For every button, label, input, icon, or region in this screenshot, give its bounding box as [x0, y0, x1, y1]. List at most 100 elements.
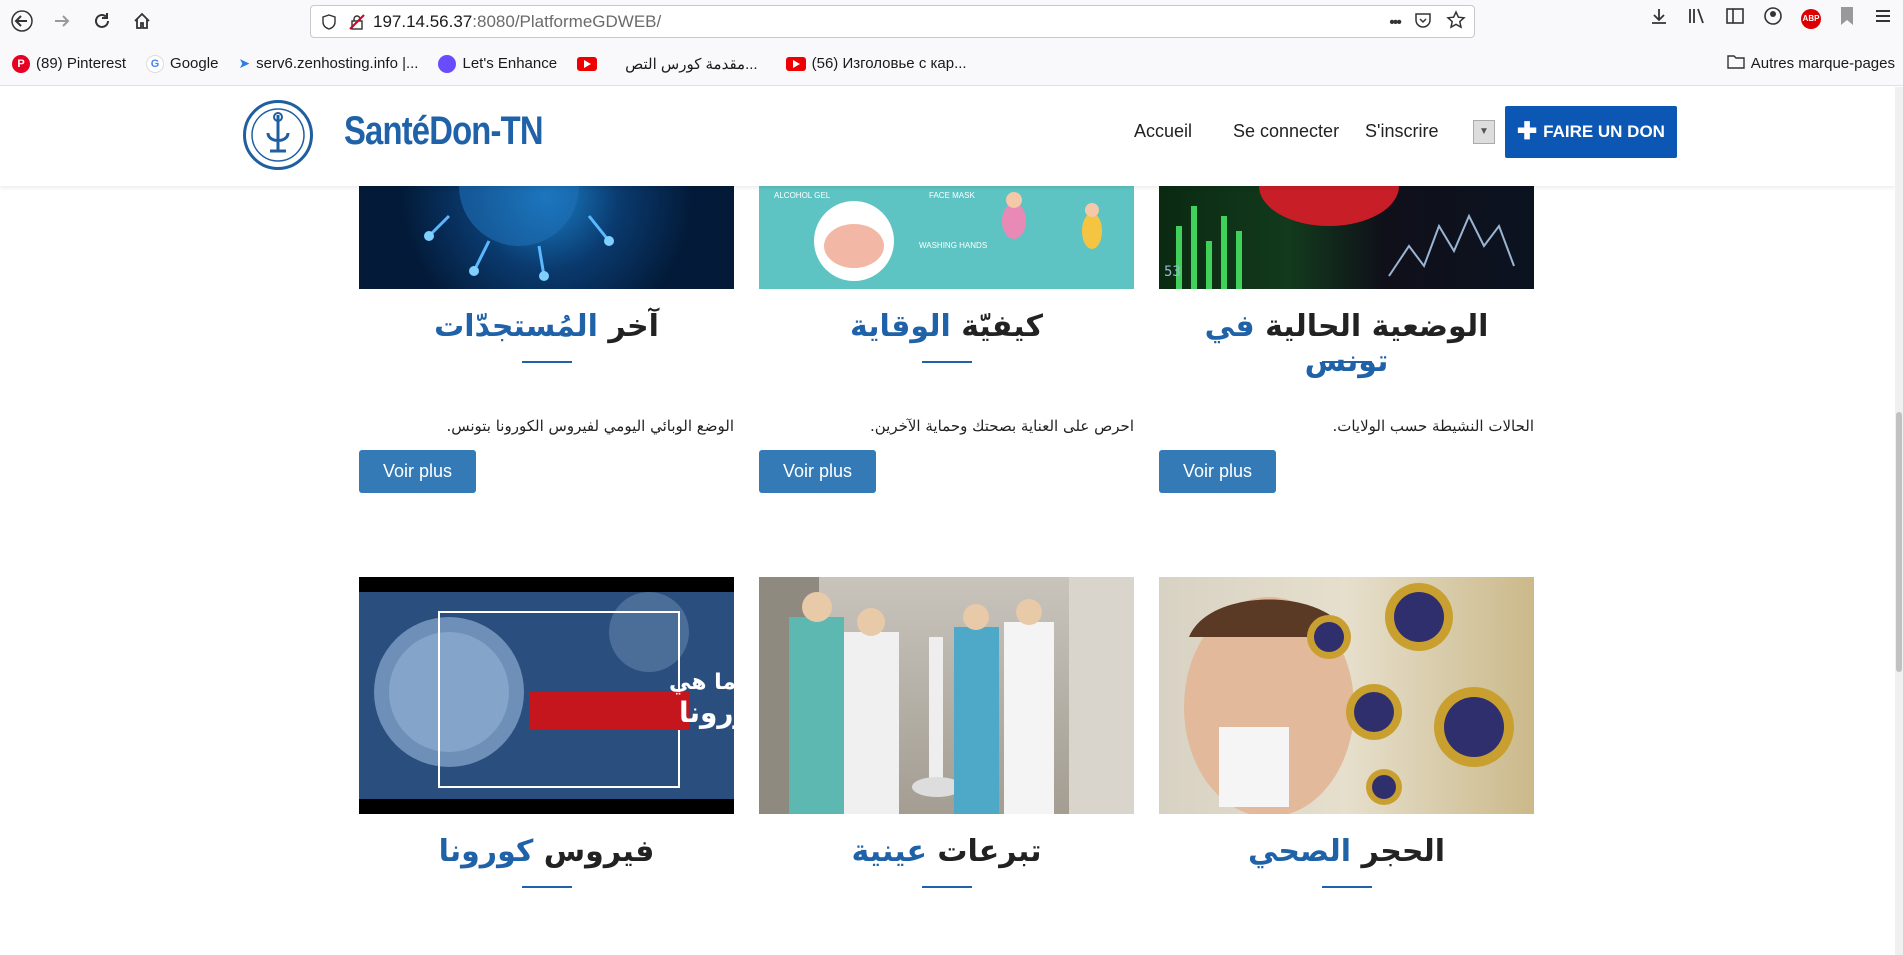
enhance-icon [438, 54, 457, 73]
card-title: فيروس كورونا [359, 834, 734, 874]
donations-image [759, 577, 1134, 814]
page-scrollbar[interactable] [1895, 87, 1903, 955]
card-title-part: كيفيّة [950, 309, 1043, 344]
url-path: /PlatformeGDWEB/ [514, 11, 662, 31]
bookmarks-bar: P (89) Pinterest G Google ➤ serv6.zenhos… [0, 42, 1903, 86]
voir-plus-button[interactable]: Voir plus [759, 450, 876, 493]
menu-icon[interactable] [1873, 6, 1893, 31]
card-title-part: تبرعات [926, 834, 1042, 869]
site-header: SantéDon-TN Accueil Se connecter S'inscr… [0, 87, 1895, 186]
bookmark-star-icon[interactable] [1446, 10, 1466, 35]
nav-se-connecter[interactable]: Se connecter [1233, 121, 1339, 142]
bookmark-label: (89) Pinterest [36, 55, 127, 72]
card-title-highlight: المُستجدّات [434, 309, 598, 344]
url-host: 197.14.56.37 [373, 11, 473, 31]
site-title[interactable]: SantéDon-TN [344, 109, 544, 154]
url-text[interactable]: 197.14.56.37:8080/PlatformeGDWEB/ [373, 12, 661, 32]
bookmark-label: (56) Изголовье с кар... [811, 55, 967, 72]
title-separator [521, 886, 572, 888]
card-prevention: ALCOHOL GEL FACE MASK WASHING HANDS كيفي… [759, 186, 1134, 493]
alcohol-gel-label: ALCOHOL GEL [774, 191, 831, 200]
scrollbar-thumb[interactable] [1896, 412, 1902, 672]
url-port: :8080 [472, 11, 515, 31]
card-description: الوضع الوبائي اليومي لفيروس الكورونا بتو… [446, 417, 734, 435]
card-title-part: الوضعية الحالية [1254, 309, 1489, 344]
page-viewport: SantéDon-TN Accueil Se connecter S'inscr… [0, 87, 1895, 955]
card-corona-virus: ما هي الكورونا فيروس كورونا [359, 577, 734, 888]
card-title: تبرعات عينية [759, 834, 1134, 874]
browser-toolbar: 197.14.56.37:8080/PlatformeGDWEB/ ••• AB… [0, 0, 1903, 42]
sidebar-icon[interactable] [1725, 6, 1745, 31]
bookmark-lets-enhance[interactable]: Let's Enhance [438, 54, 558, 73]
back-button[interactable] [4, 3, 40, 39]
image-text-what-is: ما هي [669, 670, 734, 695]
nav-accueil[interactable]: Accueil [1134, 121, 1192, 142]
bookmark-label: مقدمة كورس التص... [625, 55, 758, 73]
card-description: الحالات النشيطة حسب الولايات. [1332, 417, 1534, 435]
face-mask-label: FACE MASK [929, 191, 975, 200]
card-title-highlight: الصحي [1248, 834, 1352, 869]
title-separator [521, 361, 572, 363]
bookmark-flag-icon[interactable] [1839, 6, 1855, 31]
card-description: احرص على العناية بصحتك وحماية الآخرين. [869, 417, 1134, 435]
google-icon: G [146, 54, 165, 73]
bookmark-pinterest[interactable]: P (89) Pinterest [12, 54, 127, 73]
card-title-part: فيروس [533, 834, 655, 869]
bookmark-google[interactable]: G Google [146, 54, 219, 73]
plus-icon: ✚ [1517, 118, 1538, 145]
home-button[interactable] [124, 3, 160, 39]
card-title-part: الحجر [1351, 834, 1445, 869]
card-title: كيفيّة الوقاية [759, 309, 1134, 349]
card-donations: تبرعات عينية [759, 577, 1134, 888]
bookmark-label: Let's Enhance [462, 55, 558, 72]
donate-label: FAIRE UN DON [1543, 122, 1665, 141]
pocket-icon[interactable] [1414, 11, 1432, 34]
donate-button[interactable]: ✚ FAIRE UN DON [1505, 106, 1677, 158]
arrow-icon: ➤ [238, 55, 251, 71]
account-icon[interactable] [1763, 6, 1783, 31]
reload-button[interactable] [84, 3, 120, 39]
more-actions-icon[interactable]: ••• [1389, 14, 1402, 32]
virus-image [359, 186, 734, 289]
other-bookmarks[interactable]: Autres marque-pages [1727, 54, 1895, 74]
voir-plus-button[interactable]: Voir plus [359, 450, 476, 493]
card-quarantine: الحجر الصحي [1159, 577, 1534, 888]
shield-icon[interactable] [321, 13, 337, 30]
card-title-highlight: الوقاية [850, 309, 951, 344]
washing-hands-label: WASHING HANDS [919, 241, 987, 250]
corona-image: ما هي الكورونا [359, 577, 734, 814]
bookmark-zenhosting[interactable]: ➤ serv6.zenhosting.info |... [238, 55, 418, 72]
image-text-corona: الكورونا [679, 696, 734, 729]
title-separator [921, 886, 972, 888]
bookmark-arabic-course[interactable]: مقدمة كورس التص... [625, 55, 758, 73]
other-bookmarks-label: Autres marque-pages [1750, 55, 1895, 72]
status-chart-image: 53 [1159, 186, 1534, 289]
bookmark-youtube[interactable] [577, 56, 598, 71]
card-title: الحجر الصحي [1159, 834, 1534, 874]
insecure-lock-icon[interactable] [349, 13, 365, 30]
card-latest-news: آخر المُستجدّات الوضع الوبائي اليومي لفي… [359, 186, 734, 493]
language-dropdown[interactable]: ▼ [1473, 120, 1495, 144]
card-title-part: آخر [597, 309, 659, 344]
youtube-icon [577, 56, 598, 71]
bookmark-youtube-2[interactable]: (56) Изголовье с кар... [785, 55, 967, 72]
svg-text:53: 53 [1164, 264, 1181, 280]
card-title-highlight: كورونا [438, 834, 534, 869]
address-bar[interactable]: 197.14.56.37:8080/PlatformeGDWEB/ ••• [310, 5, 1475, 38]
prevention-image: ALCOHOL GEL FACE MASK WASHING HANDS [759, 186, 1134, 289]
voir-plus-button[interactable]: Voir plus [1159, 450, 1276, 493]
card-tunisia-status: 53 الوضعية الحالية في تونس الحالات النشي… [1159, 186, 1534, 493]
nav-sinscrire[interactable]: S'inscrire [1365, 121, 1438, 142]
quarantine-image [1159, 577, 1534, 814]
bookmark-label: serv6.zenhosting.info |... [256, 55, 419, 72]
title-separator [1321, 886, 1372, 888]
bookmark-label: Google [170, 55, 219, 72]
card-title-highlight: عينية [851, 834, 927, 869]
library-icon[interactable] [1687, 6, 1707, 31]
card-title: آخر المُستجدّات [359, 309, 734, 349]
adblock-icon[interactable]: ABP [1801, 8, 1821, 29]
download-icon[interactable] [1649, 6, 1669, 31]
folder-icon [1727, 54, 1745, 74]
site-logo[interactable] [243, 100, 313, 170]
forward-button[interactable] [44, 3, 80, 39]
